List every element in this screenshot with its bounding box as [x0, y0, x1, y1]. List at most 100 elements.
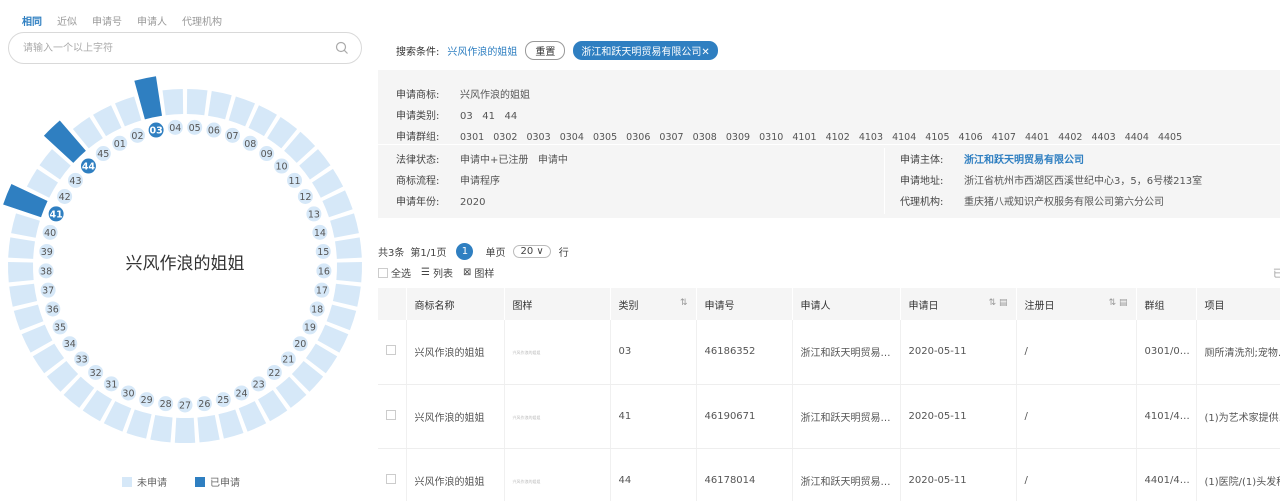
wheel-label-45[interactable]: 45	[97, 149, 109, 160]
wheel-segment-16[interactable]	[336, 261, 362, 283]
select-all[interactable]: 全选	[378, 265, 411, 280]
wheel-label-03[interactable]: 03	[149, 126, 162, 137]
wheel-label-30[interactable]: 30	[122, 388, 134, 399]
wheel-label-08[interactable]: 08	[244, 139, 256, 150]
wheel-segment-29[interactable]	[126, 409, 152, 439]
row-checkbox-cell[interactable]	[378, 448, 407, 501]
wheel-segment-14[interactable]	[330, 213, 359, 238]
wheel-segment-17[interactable]	[332, 283, 361, 307]
header-class[interactable]: 类别 ⇅	[610, 288, 697, 320]
wheel-segment-36[interactable]	[13, 304, 44, 331]
table-row[interactable]: 兴风作浪的姐姐 兴风作浪的姐姐 44 46178014 浙江和跃天明贸易有限公司…	[378, 448, 1280, 501]
row-checkbox-cell[interactable]	[378, 384, 407, 449]
header-reg-date[interactable]: 注册日 ⇅ ▤	[1016, 288, 1137, 320]
wheel-segment-18[interactable]	[326, 304, 357, 331]
condition-tag-applicant[interactable]: 浙江和跃天明贸易有限公司✕	[573, 41, 718, 60]
wheel-label-10[interactable]: 10	[276, 162, 288, 173]
wheel-label-02[interactable]: 02	[131, 131, 143, 142]
select-all-checkbox[interactable]	[378, 267, 388, 278]
wheel-segment-06[interactable]	[207, 91, 232, 120]
wheel-segment-27[interactable]	[174, 417, 196, 443]
reset-button[interactable]: 重置	[525, 41, 566, 60]
wheel-label-44[interactable]: 44	[82, 162, 96, 173]
wheel-segment-04[interactable]	[162, 89, 184, 116]
wheel-label-17[interactable]: 17	[316, 286, 328, 297]
wheel-label-36[interactable]: 36	[47, 304, 59, 315]
tab-same[interactable]: 相同	[22, 13, 42, 28]
wheel-label-12[interactable]: 12	[299, 192, 311, 203]
wheel-label-07[interactable]: 07	[226, 131, 238, 142]
wheel-label-33[interactable]: 33	[76, 355, 88, 366]
tab-similar[interactable]: 近似	[57, 13, 77, 28]
wheel-label-04[interactable]: 04	[169, 123, 181, 134]
wheel-segment-07[interactable]	[228, 96, 256, 127]
wheel-label-18[interactable]: 18	[311, 304, 323, 315]
wheel-label-06[interactable]: 06	[208, 126, 220, 137]
cell-group: 0301/0302	[1136, 320, 1197, 385]
wheel-label-25[interactable]: 25	[217, 395, 229, 406]
search-input[interactable]	[23, 33, 323, 63]
wheel-label-40[interactable]: 40	[44, 228, 56, 239]
tab-applicant[interactable]: 申请人	[137, 13, 167, 28]
wheel-label-38[interactable]: 38	[40, 266, 52, 277]
wheel-segment-02[interactable]	[114, 96, 142, 127]
wheel-segment-39[interactable]	[8, 237, 35, 259]
wheel-label-31[interactable]: 31	[105, 379, 117, 390]
wheel-segment-28[interactable]	[150, 415, 173, 443]
row-checkbox[interactable]	[386, 473, 396, 484]
row-checkbox[interactable]	[386, 409, 396, 420]
info-owner-value[interactable]: 浙江和跃天明贸易有限公司	[964, 155, 1084, 166]
wheel-label-23[interactable]: 23	[253, 379, 265, 390]
wheel-segment-15[interactable]	[335, 237, 362, 259]
wheel-label-01[interactable]: 01	[114, 139, 126, 150]
wheel-label-09[interactable]: 09	[261, 149, 273, 160]
row-checkbox[interactable]	[386, 345, 396, 356]
wheel-label-26[interactable]: 26	[198, 399, 210, 410]
page-button-1[interactable]: 1	[456, 243, 474, 260]
header-name: 商标名称	[406, 288, 505, 320]
wheel-label-28[interactable]: 28	[160, 399, 172, 410]
wheel-label-43[interactable]: 43	[69, 176, 81, 187]
image-view-button[interactable]: ⊠ 图样	[463, 265, 494, 280]
wheel-label-32[interactable]: 32	[90, 368, 102, 379]
tab-application-no[interactable]: 申请号	[92, 13, 122, 28]
wheel-label-29[interactable]: 29	[141, 395, 153, 406]
per-page-select[interactable]: 20 ∨	[513, 245, 551, 258]
wheel-segment-25[interactable]	[218, 409, 244, 439]
wheel-label-19[interactable]: 19	[304, 322, 316, 333]
toolbar-right-text[interactable]: 已	[1273, 265, 1280, 280]
wheel-label-13[interactable]: 13	[308, 209, 320, 220]
wheel-label-20[interactable]: 20	[294, 339, 306, 350]
row-checkbox-cell[interactable]	[378, 320, 407, 385]
condition-keyword[interactable]: 兴风作浪的姐姐	[447, 43, 517, 58]
wheel-label-39[interactable]: 39	[41, 247, 53, 258]
wheel-label-21[interactable]: 21	[282, 355, 294, 366]
wheel-label-34[interactable]: 34	[64, 339, 76, 350]
header-app-date[interactable]: 申请日 ⇅ ▤	[900, 288, 1017, 320]
search-icon[interactable]	[335, 41, 349, 55]
wheel-label-27[interactable]: 27	[179, 401, 191, 412]
wheel-segment-40[interactable]	[11, 213, 40, 238]
table-row[interactable]: 兴风作浪的姐姐 兴风作浪的姐姐 03 46186352 浙江和跃天明贸易有限公司…	[378, 320, 1280, 385]
wheel-label-14[interactable]: 14	[314, 228, 326, 239]
wheel-segment-38[interactable]	[7, 261, 34, 283]
wheel-label-16[interactable]: 16	[318, 266, 330, 277]
wheel-label-15[interactable]: 15	[317, 247, 329, 258]
sort-calendar-icon[interactable]: ⇅ ▤	[989, 298, 1008, 308]
wheel-label-37[interactable]: 37	[42, 286, 54, 297]
list-view-button[interactable]: ☰ 列表	[421, 265, 453, 280]
sort-calendar-icon[interactable]: ⇅ ▤	[1109, 298, 1128, 308]
sort-icon[interactable]: ⇅	[680, 298, 688, 308]
wheel-label-42[interactable]: 42	[59, 192, 71, 203]
wheel-label-41[interactable]: 41	[50, 209, 63, 220]
wheel-segment-05[interactable]	[186, 89, 208, 116]
wheel-label-22[interactable]: 22	[268, 368, 280, 379]
wheel-segment-26[interactable]	[197, 415, 220, 443]
wheel-label-24[interactable]: 24	[235, 388, 247, 399]
wheel-label-35[interactable]: 35	[54, 322, 66, 333]
wheel-label-05[interactable]: 05	[189, 123, 201, 134]
wheel-segment-37[interactable]	[9, 283, 38, 307]
wheel-label-11[interactable]: 11	[288, 176, 300, 187]
table-row[interactable]: 兴风作浪的姐姐 兴风作浪的姐姐 41 46190671 浙江和跃天明贸易有限公司…	[378, 384, 1280, 449]
tab-agency[interactable]: 代理机构	[182, 13, 222, 28]
